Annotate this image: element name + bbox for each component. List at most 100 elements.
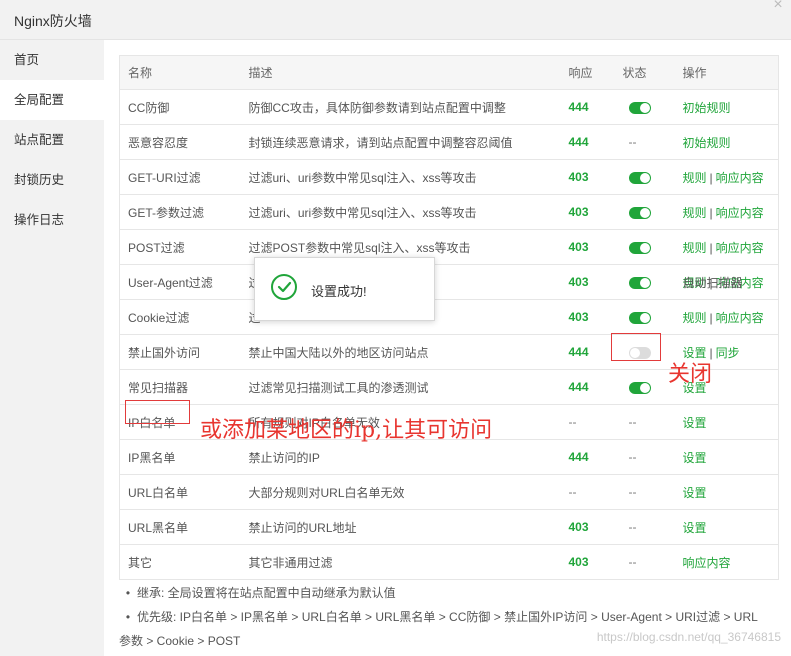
sidebar-item-home[interactable]: 首页 <box>0 40 104 80</box>
operations-cell: 设置 <box>674 474 779 510</box>
table-header-row: 名称 描述 响应 状态 操作 <box>119 55 779 90</box>
rule-description-text: 过滤POST参数中常见sql注入、xss等攻击 <box>248 240 471 255</box>
operations-cell: 规则 | 响应内容 <box>674 299 779 335</box>
response-code: 403 <box>560 299 615 335</box>
sidebar-item-block-history[interactable]: 封锁历史 <box>0 160 104 200</box>
rule-description-text: 过滤常见扫描测试工具的渗透测试 <box>248 380 429 395</box>
status-cell <box>614 89 675 125</box>
column-header-status: 状态 <box>614 55 675 90</box>
ops-separator: | <box>709 170 713 185</box>
rule-name: Cookie过滤 <box>119 299 241 335</box>
rule-name: GET-URI过滤 <box>119 159 241 195</box>
ops-link[interactable]: 响应内容 <box>716 241 764 255</box>
sidebar: 首页 全局配置 站点配置 封锁历史 操作日志 <box>0 40 104 656</box>
operations-cell: 初始规则 <box>674 89 779 125</box>
table-row: CC防御 防御CC攻击，具体防御参数请到站点配置中调整 444 初始规则 <box>119 89 779 125</box>
rule-description: 大部分规则对URL白名单无效 <box>240 474 561 510</box>
rule-description: 防御CC攻击，具体防御参数请到站点配置中调整 <box>240 89 561 125</box>
main-panel: 名称 描述 响应 状态 操作 CC防御 防御CC攻击，具体防御参数请到站点配置中调… <box>104 40 791 656</box>
response-code: 403 <box>560 509 615 545</box>
column-header-code: 响应 <box>560 55 615 90</box>
table-row: GET-参数过滤 过滤uri、uri参数中常见sql注入、xss等攻击 403 规则 |… <box>119 194 779 230</box>
rule-description-text: 封锁连续恶意请求，请到站点配置中调整容忍阈值 <box>248 135 513 150</box>
response-code: -- <box>560 404 615 440</box>
rule-name: URL黑名单 <box>119 509 241 545</box>
note-inherit: • 继承: 全局设置将在站点配置中自动继承为默认值 <box>119 581 784 605</box>
status-toggle[interactable] <box>628 101 651 114</box>
status-toggle[interactable] <box>628 171 651 184</box>
note-bullet: • <box>125 586 131 600</box>
ops-link[interactable]: 响应内容 <box>716 171 764 185</box>
status-text: -- <box>614 124 675 160</box>
rule-description-text: 其它非通用过滤 <box>248 555 333 570</box>
ops-link[interactable]: 初始规则 <box>683 101 731 115</box>
operations-cell: 响应内容 <box>674 544 779 580</box>
ops-link[interactable]: 设置 <box>683 521 707 535</box>
ops-link[interactable]: 设置 <box>683 451 707 465</box>
status-text: -- <box>614 404 675 440</box>
response-code: 444 <box>560 439 615 475</box>
status-cell <box>614 194 675 230</box>
operations-cell: 设置 <box>674 439 779 475</box>
sidebar-item-site-config[interactable]: 站点配置 <box>0 120 104 160</box>
rule-description: 过滤uri、uri参数中常见sql注入、xss等攻击 <box>240 159 561 195</box>
status-toggle[interactable] <box>628 276 651 289</box>
table-row: User-Agent过滤过自动扫描器403规则|响应内容 <box>119 264 779 300</box>
rule-description-text: 防御CC攻击，具体防御参数请到站点配置中调整 <box>248 100 506 115</box>
ops-link[interactable]: 初始规则 <box>683 136 731 150</box>
ops-link[interactable]: 同步 <box>716 346 740 360</box>
status-cell <box>614 299 675 335</box>
ops-link[interactable]: 规则 <box>683 241 707 255</box>
table-row: 恶意容忍度 封锁连续恶意请求，请到站点配置中调整容忍阈值 444 -- 初始规则 <box>119 124 779 160</box>
column-header-ops: 操作 <box>674 55 779 90</box>
rule-name: POST过滤 <box>119 229 241 265</box>
rule-name: GET-参数过滤 <box>119 194 241 230</box>
rule-description: 禁止访问的IP <box>240 439 561 475</box>
watermark: https://blog.csdn.net/qq_36746815 <box>596 630 781 644</box>
table-row: IP黑名单 禁止访问的IP 444 -- 设置 <box>119 439 779 475</box>
ops-link[interactable]: 响应内容 <box>716 206 764 220</box>
rule-description: 禁止访问的URL地址 <box>240 509 561 545</box>
rule-name: IP黑名单 <box>119 439 241 475</box>
operations-cell: 规则 | 响应内容 <box>674 229 779 265</box>
status-toggle[interactable] <box>628 381 651 394</box>
status-text: -- <box>614 474 675 510</box>
ops-link[interactable]: 规则 <box>683 206 707 220</box>
ops-separator: | <box>709 240 713 255</box>
annotation-box-toggle <box>611 333 661 361</box>
status-text: -- <box>614 509 675 545</box>
ops-link[interactable]: 规则 <box>683 171 707 185</box>
table-row: POST过滤 过滤POST参数中常见sql注入、xss等攻击 403 规则 | 响应内容 <box>119 229 779 265</box>
ops-link[interactable]: 设置 <box>683 486 707 500</box>
ops-link[interactable]: 响应内容 <box>716 311 764 325</box>
note-text: 继承: 全局设置将在站点配置中自动继承为默认值 <box>137 586 396 600</box>
ops-link[interactable]: 设置 <box>683 416 707 430</box>
response-code: 444 <box>560 369 615 405</box>
ops-link[interactable]: 规则 <box>683 311 707 325</box>
response-code: 444 <box>560 124 615 160</box>
toggle-knob <box>639 207 650 218</box>
status-toggle[interactable] <box>628 241 651 254</box>
toggle-knob <box>639 242 650 253</box>
rule-description: 禁止中国大陆以外的地区访问站点 <box>240 334 561 370</box>
toggle-knob <box>639 382 650 393</box>
table-row: GET-URI过滤 过滤uri、uri参数中常见sql注入、xss等攻击 403 规则… <box>119 159 779 195</box>
table-row: 其它 其它非通用过滤 403 -- 响应内容 <box>119 544 779 580</box>
status-toggle[interactable] <box>628 311 651 324</box>
rule-name: 其它 <box>119 544 241 580</box>
status-cell <box>614 369 675 405</box>
table-body: CC防御 防御CC攻击，具体防御参数请到站点配置中调整 444 初始规则 恶意容忍度 封锁… <box>119 89 779 580</box>
response-code: 403 <box>560 264 615 300</box>
rule-description: 过滤uri、uri参数中常见sql注入、xss等攻击 <box>240 194 561 230</box>
close-icon[interactable]: × <box>769 0 787 14</box>
ops-link[interactable]: 响应内容 <box>683 556 731 570</box>
status-toggle[interactable] <box>628 206 651 219</box>
operations-cell: 规则 | 响应内容 <box>674 159 779 195</box>
rule-description-text: 过滤uri、uri参数中常见sql注入、xss等攻击 <box>248 170 477 185</box>
window-titlebar: Nginx防火墙 × <box>0 0 791 40</box>
sidebar-item-global-config[interactable]: 全局配置 <box>0 80 104 120</box>
operations-cell: 设置 <box>674 404 779 440</box>
sidebar-item-operation-log[interactable]: 操作日志 <box>0 200 104 240</box>
rule-name: CC防御 <box>119 89 241 125</box>
response-code: 403 <box>560 159 615 195</box>
